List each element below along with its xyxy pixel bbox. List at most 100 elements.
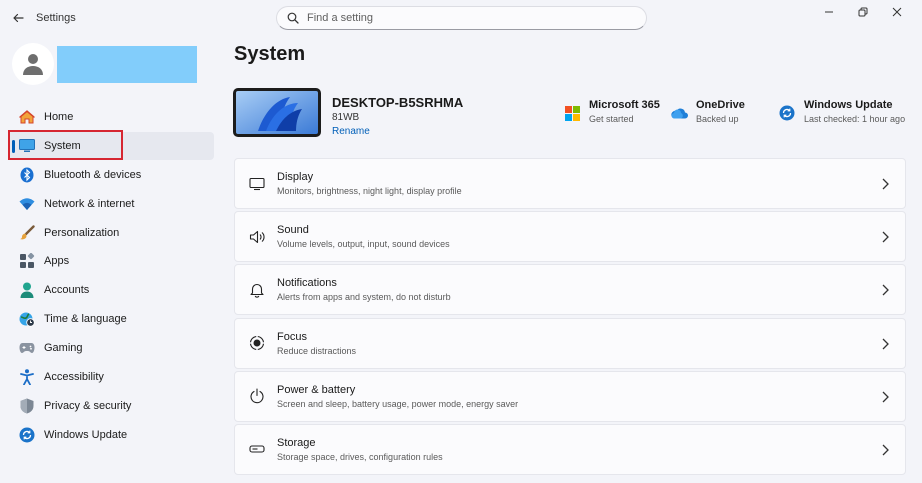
home-icon xyxy=(18,108,36,126)
gamepad-icon xyxy=(18,339,36,357)
card-subtitle: Alerts from apps and system, do not dist… xyxy=(277,292,451,303)
sidebar-item-accessibility[interactable]: Accessibility xyxy=(8,363,214,391)
microsoft-logo-icon xyxy=(563,104,581,122)
card-focus[interactable]: Focus Reduce distractions xyxy=(234,317,906,369)
device-model: 81WB xyxy=(332,112,360,123)
monitor-icon xyxy=(18,137,36,155)
selection-indicator xyxy=(12,139,15,153)
sidebar-item-label: Privacy & security xyxy=(44,399,132,412)
device-thumbnail xyxy=(233,88,321,137)
sidebar: Home System Bluetooth & devices Network xyxy=(8,103,214,450)
quick-link-windows-update[interactable]: Windows Update Last checked: 1 hour ago xyxy=(778,99,905,124)
focus-icon xyxy=(247,333,267,353)
card-title: Storage xyxy=(277,436,316,449)
quick-link-microsoft-365[interactable]: Microsoft 365 Get started xyxy=(563,99,660,124)
quick-link-title: Microsoft 365 xyxy=(589,99,660,111)
sidebar-item-time-language[interactable]: Time & language xyxy=(8,305,214,333)
quick-link-subtitle: Get started xyxy=(589,114,634,124)
bluetooth-icon xyxy=(18,166,36,184)
close-icon xyxy=(892,7,902,17)
wallpaper-image xyxy=(236,91,318,134)
quick-link-title: Windows Update xyxy=(804,99,893,111)
sidebar-item-label: Personalization xyxy=(44,226,120,239)
chevron-right-icon xyxy=(882,338,889,350)
globe-clock-icon xyxy=(18,310,36,328)
storage-icon xyxy=(247,439,267,459)
minimize-icon xyxy=(825,11,833,13)
settings-list: Display Monitors, brightness, night ligh… xyxy=(234,158,906,477)
sidebar-item-bluetooth[interactable]: Bluetooth & devices xyxy=(8,161,214,189)
card-subtitle: Reduce distractions xyxy=(277,345,357,356)
search-icon xyxy=(287,12,299,24)
sidebar-item-label: Accessibility xyxy=(44,371,104,384)
app-title: Settings xyxy=(36,12,76,24)
sidebar-item-gaming[interactable]: Gaming xyxy=(8,334,214,362)
search-input[interactable] xyxy=(307,12,627,24)
restore-button[interactable] xyxy=(846,2,880,22)
sidebar-item-home[interactable]: Home xyxy=(8,103,214,131)
card-storage[interactable]: Storage Storage space, drives, configura… xyxy=(234,423,906,475)
chevron-right-icon xyxy=(882,231,889,243)
profile-name-redacted xyxy=(57,46,197,83)
card-title: Display xyxy=(277,171,314,183)
sidebar-item-apps[interactable]: Apps xyxy=(8,247,214,275)
card-subtitle: Screen and sleep, battery usage, power m… xyxy=(277,398,519,409)
restore-icon xyxy=(858,7,868,17)
quick-link-title: OneDrive xyxy=(696,99,745,111)
sidebar-item-label: Windows Update xyxy=(44,428,128,441)
card-notifications[interactable]: Notifications Alerts from apps and syste… xyxy=(234,264,906,316)
sidebar-item-label: System xyxy=(44,139,81,152)
sidebar-item-label: Bluetooth & devices xyxy=(44,168,142,181)
apps-icon xyxy=(18,252,36,270)
monitor-icon xyxy=(247,174,267,194)
sidebar-item-label: Accounts xyxy=(44,284,90,297)
rename-link[interactable]: Rename xyxy=(332,126,370,137)
sidebar-item-personalization[interactable]: Personalization xyxy=(8,219,214,247)
paintbrush-icon xyxy=(18,224,36,242)
chevron-right-icon xyxy=(882,444,889,456)
quick-link-onedrive[interactable]: OneDrive Backed up xyxy=(670,99,745,124)
chevron-right-icon xyxy=(882,178,889,190)
bell-icon xyxy=(247,280,267,300)
chevron-right-icon xyxy=(882,284,889,296)
page-title: System xyxy=(234,43,306,65)
power-icon xyxy=(247,386,267,406)
card-subtitle: Monitors, brightness, night light, displ… xyxy=(277,186,462,196)
cloud-icon xyxy=(670,104,688,122)
wifi-icon xyxy=(18,195,36,213)
device-name: DESKTOP-B5SRHMA xyxy=(332,95,464,110)
sidebar-item-label: Home xyxy=(44,111,74,123)
shield-icon xyxy=(18,397,36,415)
search-box[interactable] xyxy=(276,6,647,30)
card-subtitle: Storage space, drives, configuration rul… xyxy=(277,451,443,462)
sidebar-item-accounts[interactable]: Accounts xyxy=(8,276,214,304)
sidebar-item-network[interactable]: Network & internet xyxy=(8,190,214,218)
person-icon xyxy=(18,281,36,299)
sidebar-item-label: Gaming xyxy=(44,342,83,355)
sidebar-item-system[interactable]: System xyxy=(8,131,214,160)
speaker-icon xyxy=(247,227,267,247)
minimize-button[interactable] xyxy=(812,2,846,22)
sidebar-item-privacy[interactable]: Privacy & security xyxy=(8,392,214,420)
close-button[interactable] xyxy=(880,2,914,22)
sidebar-item-windows-update[interactable]: Windows Update xyxy=(8,421,214,449)
window-controls xyxy=(812,2,914,22)
card-title: Notifications xyxy=(277,277,337,290)
card-subtitle: Volume levels, output, input, sound devi… xyxy=(277,239,450,250)
accessibility-icon xyxy=(18,368,36,386)
sync-icon xyxy=(778,104,796,122)
quick-link-subtitle: Backed up xyxy=(696,114,739,124)
sync-icon xyxy=(18,426,36,444)
arrow-left-icon xyxy=(13,13,24,23)
avatar[interactable] xyxy=(12,43,54,85)
card-title: Focus xyxy=(277,330,307,343)
user-icon xyxy=(23,54,43,75)
back-button[interactable] xyxy=(8,8,28,28)
card-power-battery[interactable]: Power & battery Screen and sleep, batter… xyxy=(234,370,906,422)
card-title: Sound xyxy=(277,224,309,237)
card-display[interactable]: Display Monitors, brightness, night ligh… xyxy=(234,158,906,209)
sidebar-item-label: Time & language xyxy=(44,313,127,326)
card-sound[interactable]: Sound Volume levels, output, input, soun… xyxy=(234,211,906,263)
sidebar-item-label: Network & internet xyxy=(44,197,135,210)
quick-link-subtitle: Last checked: 1 hour ago xyxy=(804,114,906,124)
